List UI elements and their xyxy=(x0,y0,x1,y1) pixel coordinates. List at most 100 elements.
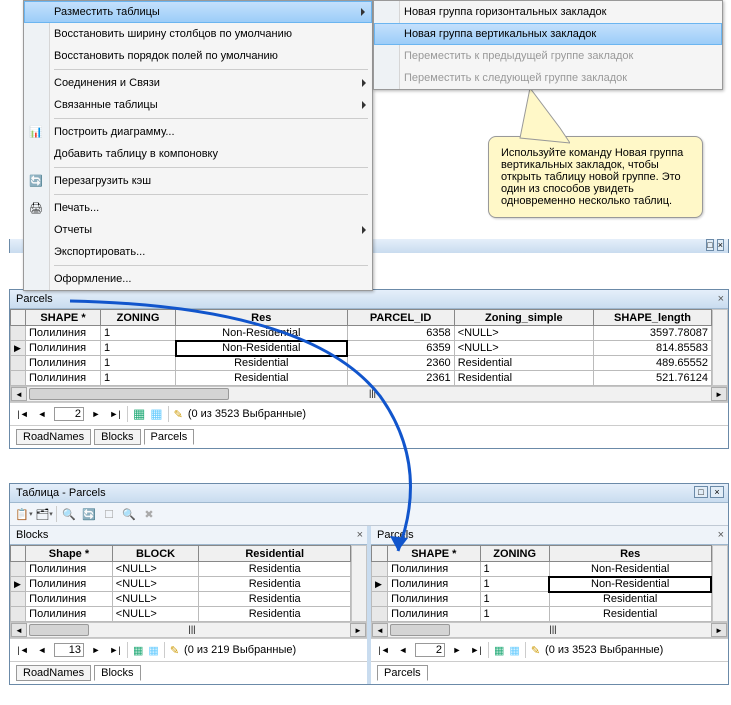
column-header[interactable]: Res xyxy=(549,546,711,562)
show-all-icon[interactable]: ▦ xyxy=(133,644,143,657)
column-header[interactable]: ZONING xyxy=(480,546,549,562)
nav-first[interactable]: |◄ xyxy=(16,407,30,421)
tab-strip: RoadNamesBlocksParcels xyxy=(10,425,728,448)
horizontal-scrollbar[interactable]: ◄ ||| ► xyxy=(10,386,728,402)
nav-last[interactable]: ►| xyxy=(108,643,122,657)
table-row[interactable]: Полилиния<NULL>Residentia xyxy=(11,592,351,607)
nav-last[interactable]: ►| xyxy=(469,643,483,657)
table-row[interactable]: Полилиния1Residential2361Residential521.… xyxy=(11,371,712,386)
pencil-icon: ✎ xyxy=(170,644,179,657)
column-header[interactable]: Res xyxy=(176,310,347,326)
horizontal-scrollbar[interactable]: ◄ ||| ► xyxy=(371,622,728,638)
menu-item[interactable]: Новая группа горизонтальных закладок xyxy=(374,1,722,23)
table-row[interactable]: Полилиния1Non-Residential xyxy=(372,562,712,577)
nav-last[interactable]: ►| xyxy=(108,407,122,421)
zoom-selected-icon[interactable]: 🔍 xyxy=(121,506,137,522)
context-menu-main: Разместить таблицыВосстановить ширину ст… xyxy=(23,0,373,291)
menu-item[interactable]: Восстановить порядок полей по умолчанию xyxy=(24,45,372,67)
tab-parcels[interactable]: Parcels xyxy=(144,429,195,445)
menu-item[interactable]: Перезагрузить кэш🔄 xyxy=(24,170,372,192)
tab-roadnames[interactable]: RoadNames xyxy=(16,429,91,445)
nav-position-input[interactable] xyxy=(415,643,445,657)
maximize-button[interactable]: □ xyxy=(706,239,713,251)
close-icon[interactable]: × xyxy=(718,529,724,541)
select-by-attr-icon[interactable]: 🔍 xyxy=(61,506,77,522)
close-button[interactable]: × xyxy=(717,239,724,251)
column-header[interactable]: SHAPE_length xyxy=(594,310,712,326)
clear-selection-icon[interactable]: ☐ xyxy=(101,506,117,522)
tab-strip: RoadNamesBlocks xyxy=(10,661,367,684)
column-header[interactable]: Zoning_simple xyxy=(454,310,593,326)
table-row[interactable]: ▶Полилиния<NULL>Residentia xyxy=(11,577,351,592)
submenu-arrow-icon xyxy=(362,226,366,234)
menu-item[interactable]: Экспортировать... xyxy=(24,241,372,263)
nav-first[interactable]: |◄ xyxy=(16,643,30,657)
sub-panel-title: Parcels × xyxy=(371,526,728,545)
nav-prev[interactable]: ◄ xyxy=(35,643,49,657)
menu-item[interactable]: Печать...🖨 xyxy=(24,197,372,219)
nav-next[interactable]: ► xyxy=(89,643,103,657)
table-row[interactable]: ▶Полилиния1Non-Residential xyxy=(372,577,712,592)
nav-first[interactable]: |◄ xyxy=(377,643,391,657)
close-icon[interactable]: × xyxy=(357,529,363,541)
menu-item[interactable]: Связанные таблицы xyxy=(24,94,372,116)
table-row[interactable]: Полилиния1Non-Residential6358<NULL>3597.… xyxy=(11,326,712,341)
table-row[interactable]: Полилиния<NULL>Residentia xyxy=(11,607,351,622)
sub-panel-title-text: Blocks xyxy=(16,529,48,541)
table-parcels[interactable]: SHAPE *ZONINGResPARCEL_IDZoning_simpleSH… xyxy=(10,309,712,386)
vertical-scrollbar[interactable] xyxy=(712,545,728,622)
close-icon[interactable]: × xyxy=(718,293,724,305)
switch-selection-icon[interactable]: 🔄 xyxy=(81,506,97,522)
table-row[interactable]: Полилиния1Residential2360Residential489.… xyxy=(11,356,712,371)
menu-item[interactable]: Оформление... xyxy=(24,268,372,290)
nav-position-input[interactable] xyxy=(54,407,84,421)
show-selected-icon[interactable]: ▦ xyxy=(150,406,162,422)
table-row[interactable]: Полилиния1Residential xyxy=(372,607,712,622)
show-all-icon[interactable]: ▦ xyxy=(133,406,145,422)
table-parcels-small[interactable]: SHAPE *ZONINGResПолилиния1Non-Residentia… xyxy=(371,545,712,622)
nav-prev[interactable]: ◄ xyxy=(35,407,49,421)
vertical-scrollbar[interactable] xyxy=(712,309,728,386)
table-blocks[interactable]: Shape *BLOCKResidentialПолилиния<NULL>Re… xyxy=(10,545,351,622)
nav-position-input[interactable] xyxy=(54,643,84,657)
menu-item[interactable]: Отчеты xyxy=(24,219,372,241)
show-selected-icon[interactable]: ▦ xyxy=(509,644,519,657)
delete-selected-icon[interactable]: ✖ xyxy=(141,506,157,522)
vertical-scrollbar[interactable] xyxy=(351,545,367,622)
table-row[interactable]: ▶Полилиния1Non-Residential6359<NULL>814.… xyxy=(11,341,712,356)
tab-parcels[interactable]: Parcels xyxy=(377,665,428,681)
tab-blocks[interactable]: Blocks xyxy=(94,429,140,445)
related-tables-icon[interactable]: 🗂▾ xyxy=(36,506,52,522)
nav-status: (0 из 219 Выбранные) xyxy=(184,644,296,656)
menu-item[interactable]: Разместить таблицы xyxy=(24,1,372,23)
column-header[interactable]: PARCEL_ID xyxy=(347,310,454,326)
column-header[interactable]: ZONING xyxy=(101,310,176,326)
show-all-icon[interactable]: ▦ xyxy=(494,644,504,657)
table-options-icon[interactable]: 📋▾ xyxy=(16,506,32,522)
nav-next[interactable]: ► xyxy=(450,643,464,657)
column-header[interactable]: Residential xyxy=(199,546,351,562)
column-header[interactable]: SHAPE * xyxy=(388,546,480,562)
help-callout: Используйте команду Новая группа вертика… xyxy=(488,136,703,218)
nav-next[interactable]: ► xyxy=(89,407,103,421)
table-row[interactable]: Полилиния<NULL>Residentia xyxy=(11,562,351,577)
table-row[interactable]: Полилиния1Residential xyxy=(372,592,712,607)
show-selected-icon[interactable]: ▦ xyxy=(148,644,158,657)
menu-item[interactable]: Построить диаграмму...📊 xyxy=(24,121,372,143)
horizontal-scrollbar[interactable]: ◄ ||| ► xyxy=(10,622,367,638)
tab-roadnames[interactable]: RoadNames xyxy=(16,665,91,681)
nav-prev[interactable]: ◄ xyxy=(396,643,410,657)
menu-item[interactable]: Новая группа вертикальных закладок xyxy=(374,23,722,45)
chart-icon: 📊 xyxy=(29,126,43,139)
menu-item[interactable]: Добавить таблицу в компоновку xyxy=(24,143,372,165)
pencil-icon: ✎ xyxy=(174,408,183,421)
menu-item[interactable]: Восстановить ширину столбцов по умолчани… xyxy=(24,23,372,45)
menu-item[interactable]: Соединения и Связи xyxy=(24,72,372,94)
column-header[interactable]: BLOCK xyxy=(112,546,199,562)
tab-blocks[interactable]: Blocks xyxy=(94,665,140,681)
column-header[interactable]: SHAPE * xyxy=(26,310,101,326)
column-header[interactable]: Shape * xyxy=(26,546,113,562)
maximize-button[interactable]: □ xyxy=(694,486,708,498)
close-button[interactable]: × xyxy=(710,486,724,498)
pencil-icon: ✎ xyxy=(531,644,540,657)
